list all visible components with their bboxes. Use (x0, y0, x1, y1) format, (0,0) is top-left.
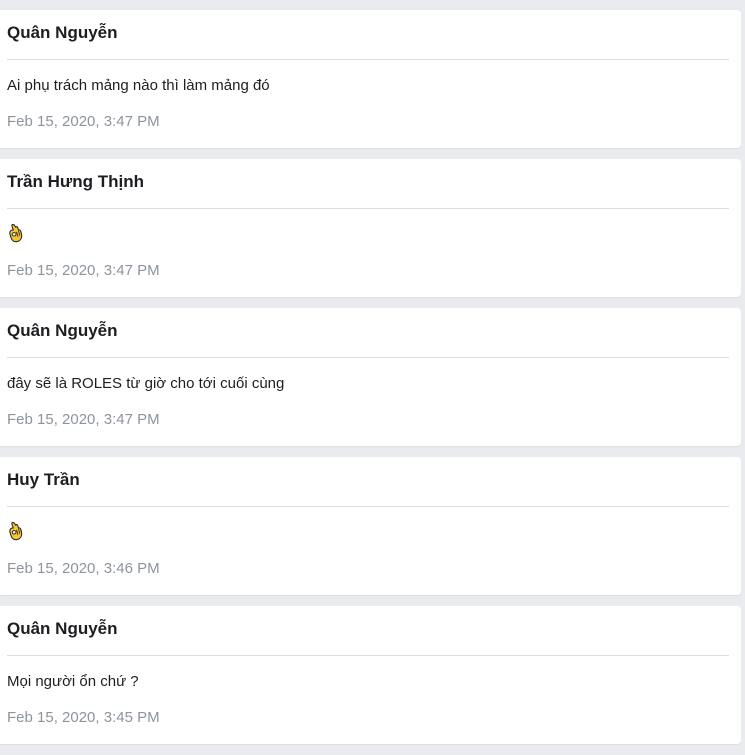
message-card: Quân Nguyễn Ai phụ trách mảng nào thì là… (0, 10, 741, 148)
message-card: Quân Nguyễn Mọi người ổn chứ ? Feb 15, 2… (0, 606, 741, 744)
timestamp: Feb 15, 2020, 3:47 PM (7, 411, 160, 428)
message-text: đây sẽ là ROLES từ giờ cho tới cuối cùng (7, 375, 285, 392)
timestamp: Feb 15, 2020, 3:47 PM (7, 262, 160, 279)
message-card: Trần Hưng Thịnh Feb 15, 2020, 3:47 PM (0, 159, 741, 297)
message-feed: Quân Nguyễn Ai phụ trách mảng nào thì là… (0, 10, 741, 755)
message-text: Mọi người ổn chứ ? (7, 673, 139, 690)
divider (7, 59, 729, 60)
author-name[interactable]: Quân Nguyễn (7, 321, 118, 341)
message-card: Huy Trần Feb 15, 2020, 3:46 PM (0, 457, 741, 595)
ok-hand-icon (9, 521, 23, 541)
divider (7, 506, 729, 507)
author-name[interactable]: Quân Nguyễn (7, 23, 118, 43)
author-name[interactable]: Trần Hưng Thịnh (7, 172, 144, 192)
timestamp: Feb 15, 2020, 3:45 PM (7, 709, 160, 726)
message-card: Quân Nguyễn đây sẽ là ROLES từ giờ cho t… (0, 308, 741, 446)
timestamp: Feb 15, 2020, 3:47 PM (7, 113, 160, 130)
divider (7, 655, 729, 656)
timestamp: Feb 15, 2020, 3:46 PM (7, 560, 160, 577)
divider (7, 208, 729, 209)
author-name[interactable]: Huy Trần (7, 470, 80, 490)
message-text: Ai phụ trách mảng nào thì làm mảng đó (7, 77, 270, 94)
author-name[interactable]: Quân Nguyễn (7, 619, 118, 639)
ok-hand-icon (9, 223, 23, 243)
divider (7, 357, 729, 358)
